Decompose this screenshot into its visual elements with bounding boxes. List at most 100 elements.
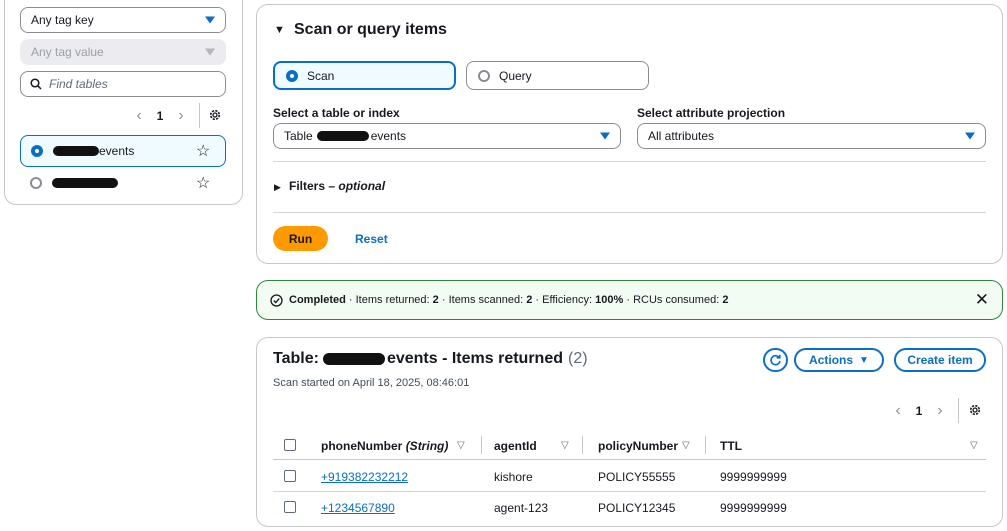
tag-value-select: Any tag value [20,39,226,65]
projection-label: Select attribute projection [637,106,786,120]
tables-pagination: ‹ 1 › [128,107,192,125]
caret-down-icon [205,48,215,56]
query-option[interactable]: Query [466,61,649,90]
tag-key-value: Any tag key [31,13,94,27]
caret-right-icon[interactable]: ▶ [274,182,281,193]
chevron-right-icon[interactable]: › [929,402,951,420]
divider [958,398,959,423]
row-checkbox[interactable] [284,501,296,513]
scan-option[interactable]: Scan [273,61,456,90]
agent-id-cell: agent-123 [494,501,549,515]
filters-toggle[interactable]: Filters – optional [289,179,385,193]
table-radio[interactable] [30,177,42,189]
redacted-table-name [52,178,118,188]
sort-icon[interactable]: ▽ [457,440,465,451]
create-item-button[interactable]: Create item [894,348,986,372]
column-header-ttl[interactable]: TTL [720,439,742,453]
caret-down-icon [205,16,215,24]
phone-number-link[interactable]: +1234567890 [321,501,395,515]
divider [273,161,986,162]
check-circle-icon [270,294,283,307]
policy-number-cell: POLICY55555 [598,470,676,484]
status-completed: Completed [289,294,346,306]
actions-button[interactable]: Actions ▼ [794,348,884,372]
caret-down-icon [600,132,610,140]
items-scanned-label: Items scanned: [448,294,524,306]
star-icon[interactable]: ☆ [196,141,210,161]
reset-button[interactable]: Reset [355,232,388,246]
filters-label: Filters [289,179,326,193]
caret-down-filled-icon[interactable]: ▼ [274,24,285,36]
refresh-icon [770,354,781,365]
efficiency-value: 100% [595,294,624,306]
table-name: events [99,144,135,158]
results-title: Table: events - Items returned (2) [273,350,588,368]
column-divider [481,436,482,454]
column-label: phoneNumber [321,439,403,453]
gear-icon[interactable] [968,403,982,417]
search-icon [30,78,42,90]
select-all-checkbox[interactable] [284,439,296,451]
redacted-name [53,146,99,156]
redacted-table-name [316,131,369,141]
search-placeholder: Find tables [49,77,108,91]
row-divider [273,491,986,492]
panel-title[interactable]: Scan or query items [294,21,447,39]
projection-select[interactable]: All attributes [637,123,986,149]
run-button[interactable]: Run [273,226,328,251]
sort-icon[interactable]: ▽ [970,440,978,451]
items-scanned-value: 2 [526,294,533,306]
ttl-cell: 9999999999 [720,501,787,515]
rcus-value: 2 [722,294,729,306]
table-radio[interactable] [31,145,43,157]
column-header-phonenumber[interactable]: phoneNumber (String) [321,439,448,453]
star-icon[interactable]: ☆ [196,173,210,193]
filters-optional: optional [338,179,386,193]
query-radio[interactable] [478,69,490,82]
create-item-label: Create item [907,353,973,367]
policy-number-cell: POLICY12345 [598,501,676,515]
chevron-left-icon[interactable]: ‹ [128,107,150,125]
refresh-button[interactable] [763,348,788,372]
results-title-suffix: events - Items returned [386,350,563,367]
caret-down-icon [965,132,975,140]
page-number[interactable]: 1 [909,404,929,418]
tag-value-value: Any tag value [31,45,104,59]
column-divider [582,436,583,454]
page-number[interactable]: 1 [150,109,170,123]
scan-started-text: Scan started on April 18, 2025, 08:46:01 [273,377,470,389]
caret-down-icon: ▼ [859,354,869,366]
gear-icon[interactable] [208,108,222,122]
results-title-prefix: Table: [273,350,319,367]
rcus-label: RCUs consumed: [633,294,720,306]
scan-radio[interactable] [286,69,298,82]
run-label: Run [288,231,313,246]
header-divider [273,459,986,460]
column-header-policynumber[interactable]: policyNumber [598,439,678,453]
sort-icon[interactable]: ▽ [682,440,690,451]
close-icon[interactable]: ✕ [975,290,989,310]
ttl-cell: 9999999999 [720,470,787,484]
find-tables-input[interactable]: Find tables [20,71,226,97]
actions-label: Actions [809,353,854,367]
row-checkbox[interactable] [284,470,296,482]
table-select-label: Select a table or index [273,106,400,120]
table-index-select[interactable]: Table events [273,123,621,149]
efficiency-label: Efficiency: [542,294,593,306]
items-returned-label: Items returned: [355,294,430,306]
results-pagination: ‹ 1 › [887,402,951,420]
status-text: Completed · Items returned: 2 · Items sc… [289,294,729,306]
chevron-left-icon[interactable]: ‹ [887,402,909,420]
chevron-right-icon[interactable]: › [170,107,192,125]
column-divider [705,436,706,454]
scan-label: Scan [307,68,335,83]
divider [273,212,986,213]
phone-number-link[interactable]: +919382232212 [321,470,408,484]
results-count: (2) [568,350,588,367]
projection-value: All attributes [648,129,715,143]
column-header-agentid[interactable]: agentId [494,439,537,453]
column-type: (String) [405,439,449,453]
tag-key-select[interactable]: Any tag key [20,7,226,33]
table-value-prefix: Table [284,129,313,143]
sort-icon[interactable]: ▽ [561,440,569,451]
